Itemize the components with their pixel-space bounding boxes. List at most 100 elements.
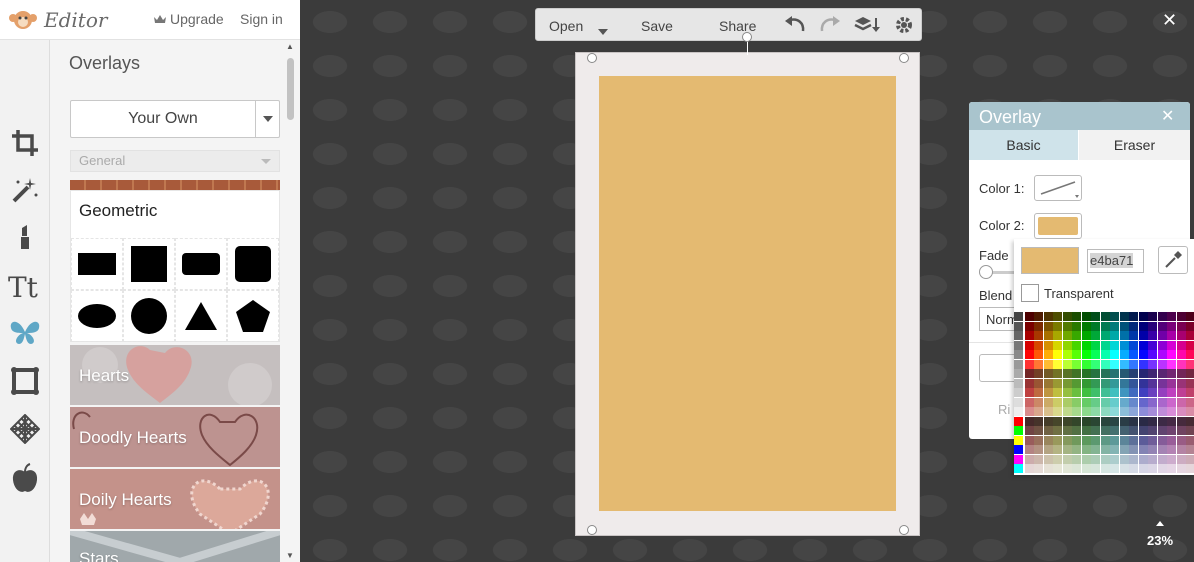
color-swatch[interactable] (1176, 321, 1186, 331)
color-swatch[interactable] (1053, 321, 1062, 331)
shape-rectangle[interactable] (71, 238, 123, 290)
color-swatch[interactable] (1024, 312, 1034, 321)
color-swatch[interactable] (1091, 331, 1100, 340)
color-swatch[interactable] (1034, 464, 1043, 473)
color-swatch[interactable] (1024, 464, 1034, 473)
color-swatch[interactable] (1043, 321, 1053, 331)
color-swatch[interactable] (1081, 426, 1091, 435)
color-swatch[interactable] (1024, 397, 1034, 407)
color-swatch[interactable] (1081, 388, 1091, 397)
color-swatch[interactable] (1034, 321, 1043, 331)
color-swatch[interactable] (1034, 369, 1043, 378)
color-swatch[interactable] (1091, 454, 1100, 464)
upgrade-link[interactable]: Upgrade (154, 11, 224, 27)
color-swatch[interactable] (1129, 369, 1138, 378)
color-swatch[interactable] (1110, 369, 1119, 378)
color-swatch[interactable] (1129, 331, 1138, 340)
color-swatch[interactable] (1138, 321, 1148, 331)
resize-handle-tl[interactable] (587, 53, 597, 63)
color-swatch[interactable] (1119, 340, 1129, 350)
color-swatch[interactable] (1129, 426, 1138, 435)
source-select[interactable]: Your Own (70, 100, 280, 138)
color-swatch[interactable] (1110, 359, 1119, 369)
color-swatch[interactable] (1034, 359, 1043, 369)
color-swatch[interactable] (1129, 312, 1138, 321)
color-swatch[interactable] (1110, 340, 1119, 350)
bricks-overlay-thumb[interactable] (70, 180, 280, 190)
color-swatch[interactable] (1157, 378, 1167, 388)
tab-basic[interactable]: Basic (969, 130, 1078, 160)
color-swatch[interactable] (1186, 435, 1194, 445)
color-swatch[interactable] (1119, 454, 1129, 464)
color-swatch[interactable] (1043, 388, 1053, 397)
color-swatch[interactable] (1062, 426, 1072, 435)
resize-handle-br[interactable] (899, 525, 909, 535)
scroll-down-icon[interactable]: ▼ (286, 551, 294, 560)
color-swatch[interactable] (1053, 331, 1062, 340)
color-swatch[interactable] (1091, 407, 1100, 416)
overlay-item-doodly-hearts[interactable]: Doodly Hearts (70, 407, 280, 467)
color-swatch[interactable] (1062, 340, 1072, 350)
color-swatch[interactable] (1119, 388, 1129, 397)
color-swatch[interactable] (1024, 407, 1034, 416)
color-swatch[interactable] (1024, 454, 1034, 464)
color-swatch[interactable] (1081, 359, 1091, 369)
color-swatch[interactable] (1091, 435, 1100, 445)
color-swatch[interactable] (1157, 312, 1167, 321)
color-swatch[interactable] (1100, 426, 1110, 435)
color-swatch[interactable] (1043, 378, 1053, 388)
color-swatch[interactable] (1167, 397, 1176, 407)
color-swatch[interactable] (1091, 321, 1100, 331)
color-swatch[interactable] (1081, 369, 1091, 378)
color-swatch[interactable] (1053, 340, 1062, 350)
color-swatch[interactable] (1148, 340, 1157, 350)
open-dropdown-icon[interactable] (598, 22, 608, 40)
color-swatch[interactable] (1043, 359, 1053, 369)
scrollbar-thumb[interactable] (287, 58, 294, 120)
color-swatch[interactable] (1053, 350, 1062, 359)
shape-pentagon[interactable] (227, 290, 279, 342)
color-swatch[interactable] (1148, 312, 1157, 321)
color-swatch[interactable] (1053, 445, 1062, 454)
color-swatch[interactable] (1053, 435, 1062, 445)
color-swatch[interactable] (1176, 331, 1186, 340)
color-swatch[interactable] (1129, 435, 1138, 445)
color-swatch[interactable] (1100, 464, 1110, 473)
color-swatch[interactable] (1110, 445, 1119, 454)
color-swatch[interactable] (1014, 359, 1023, 369)
color-swatch[interactable] (1186, 331, 1194, 340)
color-swatch[interactable] (1014, 454, 1023, 464)
color-swatch[interactable] (1129, 359, 1138, 369)
color-swatch[interactable] (1014, 416, 1023, 426)
color-swatch[interactable] (1062, 435, 1072, 445)
color-swatch[interactable] (1043, 407, 1053, 416)
color-swatch[interactable] (1072, 369, 1081, 378)
overlay-item-hearts[interactable]: Hearts (70, 345, 280, 405)
color-swatch[interactable] (1034, 340, 1043, 350)
color-swatch[interactable] (1157, 331, 1167, 340)
color-swatch[interactable] (1024, 426, 1034, 435)
color-swatch[interactable] (1110, 464, 1119, 473)
color-swatch[interactable] (1014, 350, 1023, 359)
crop-tool-button[interactable] (4, 122, 46, 164)
color-swatch[interactable] (1081, 416, 1091, 426)
color-swatch[interactable] (1043, 435, 1053, 445)
textures-tool-button[interactable] (4, 408, 46, 450)
color-swatch[interactable] (1081, 321, 1091, 331)
color-swatch[interactable] (1110, 388, 1119, 397)
hex-input[interactable]: e4ba71 (1087, 249, 1144, 273)
color-swatch[interactable] (1053, 388, 1062, 397)
color-swatch[interactable] (1157, 464, 1167, 473)
color-swatch[interactable] (1043, 350, 1053, 359)
color-swatch[interactable] (1148, 464, 1157, 473)
transparent-checkbox[interactable] (1021, 284, 1039, 302)
shape-circle[interactable] (123, 290, 175, 342)
color-swatch[interactable] (1091, 350, 1100, 359)
color-swatch[interactable] (1062, 416, 1072, 426)
color-swatch[interactable] (1091, 312, 1100, 321)
color-swatch[interactable] (1053, 464, 1062, 473)
color-swatch[interactable] (1072, 416, 1081, 426)
color-swatch[interactable] (1167, 369, 1176, 378)
color-swatch[interactable] (1024, 331, 1034, 340)
color-swatch[interactable] (1157, 321, 1167, 331)
